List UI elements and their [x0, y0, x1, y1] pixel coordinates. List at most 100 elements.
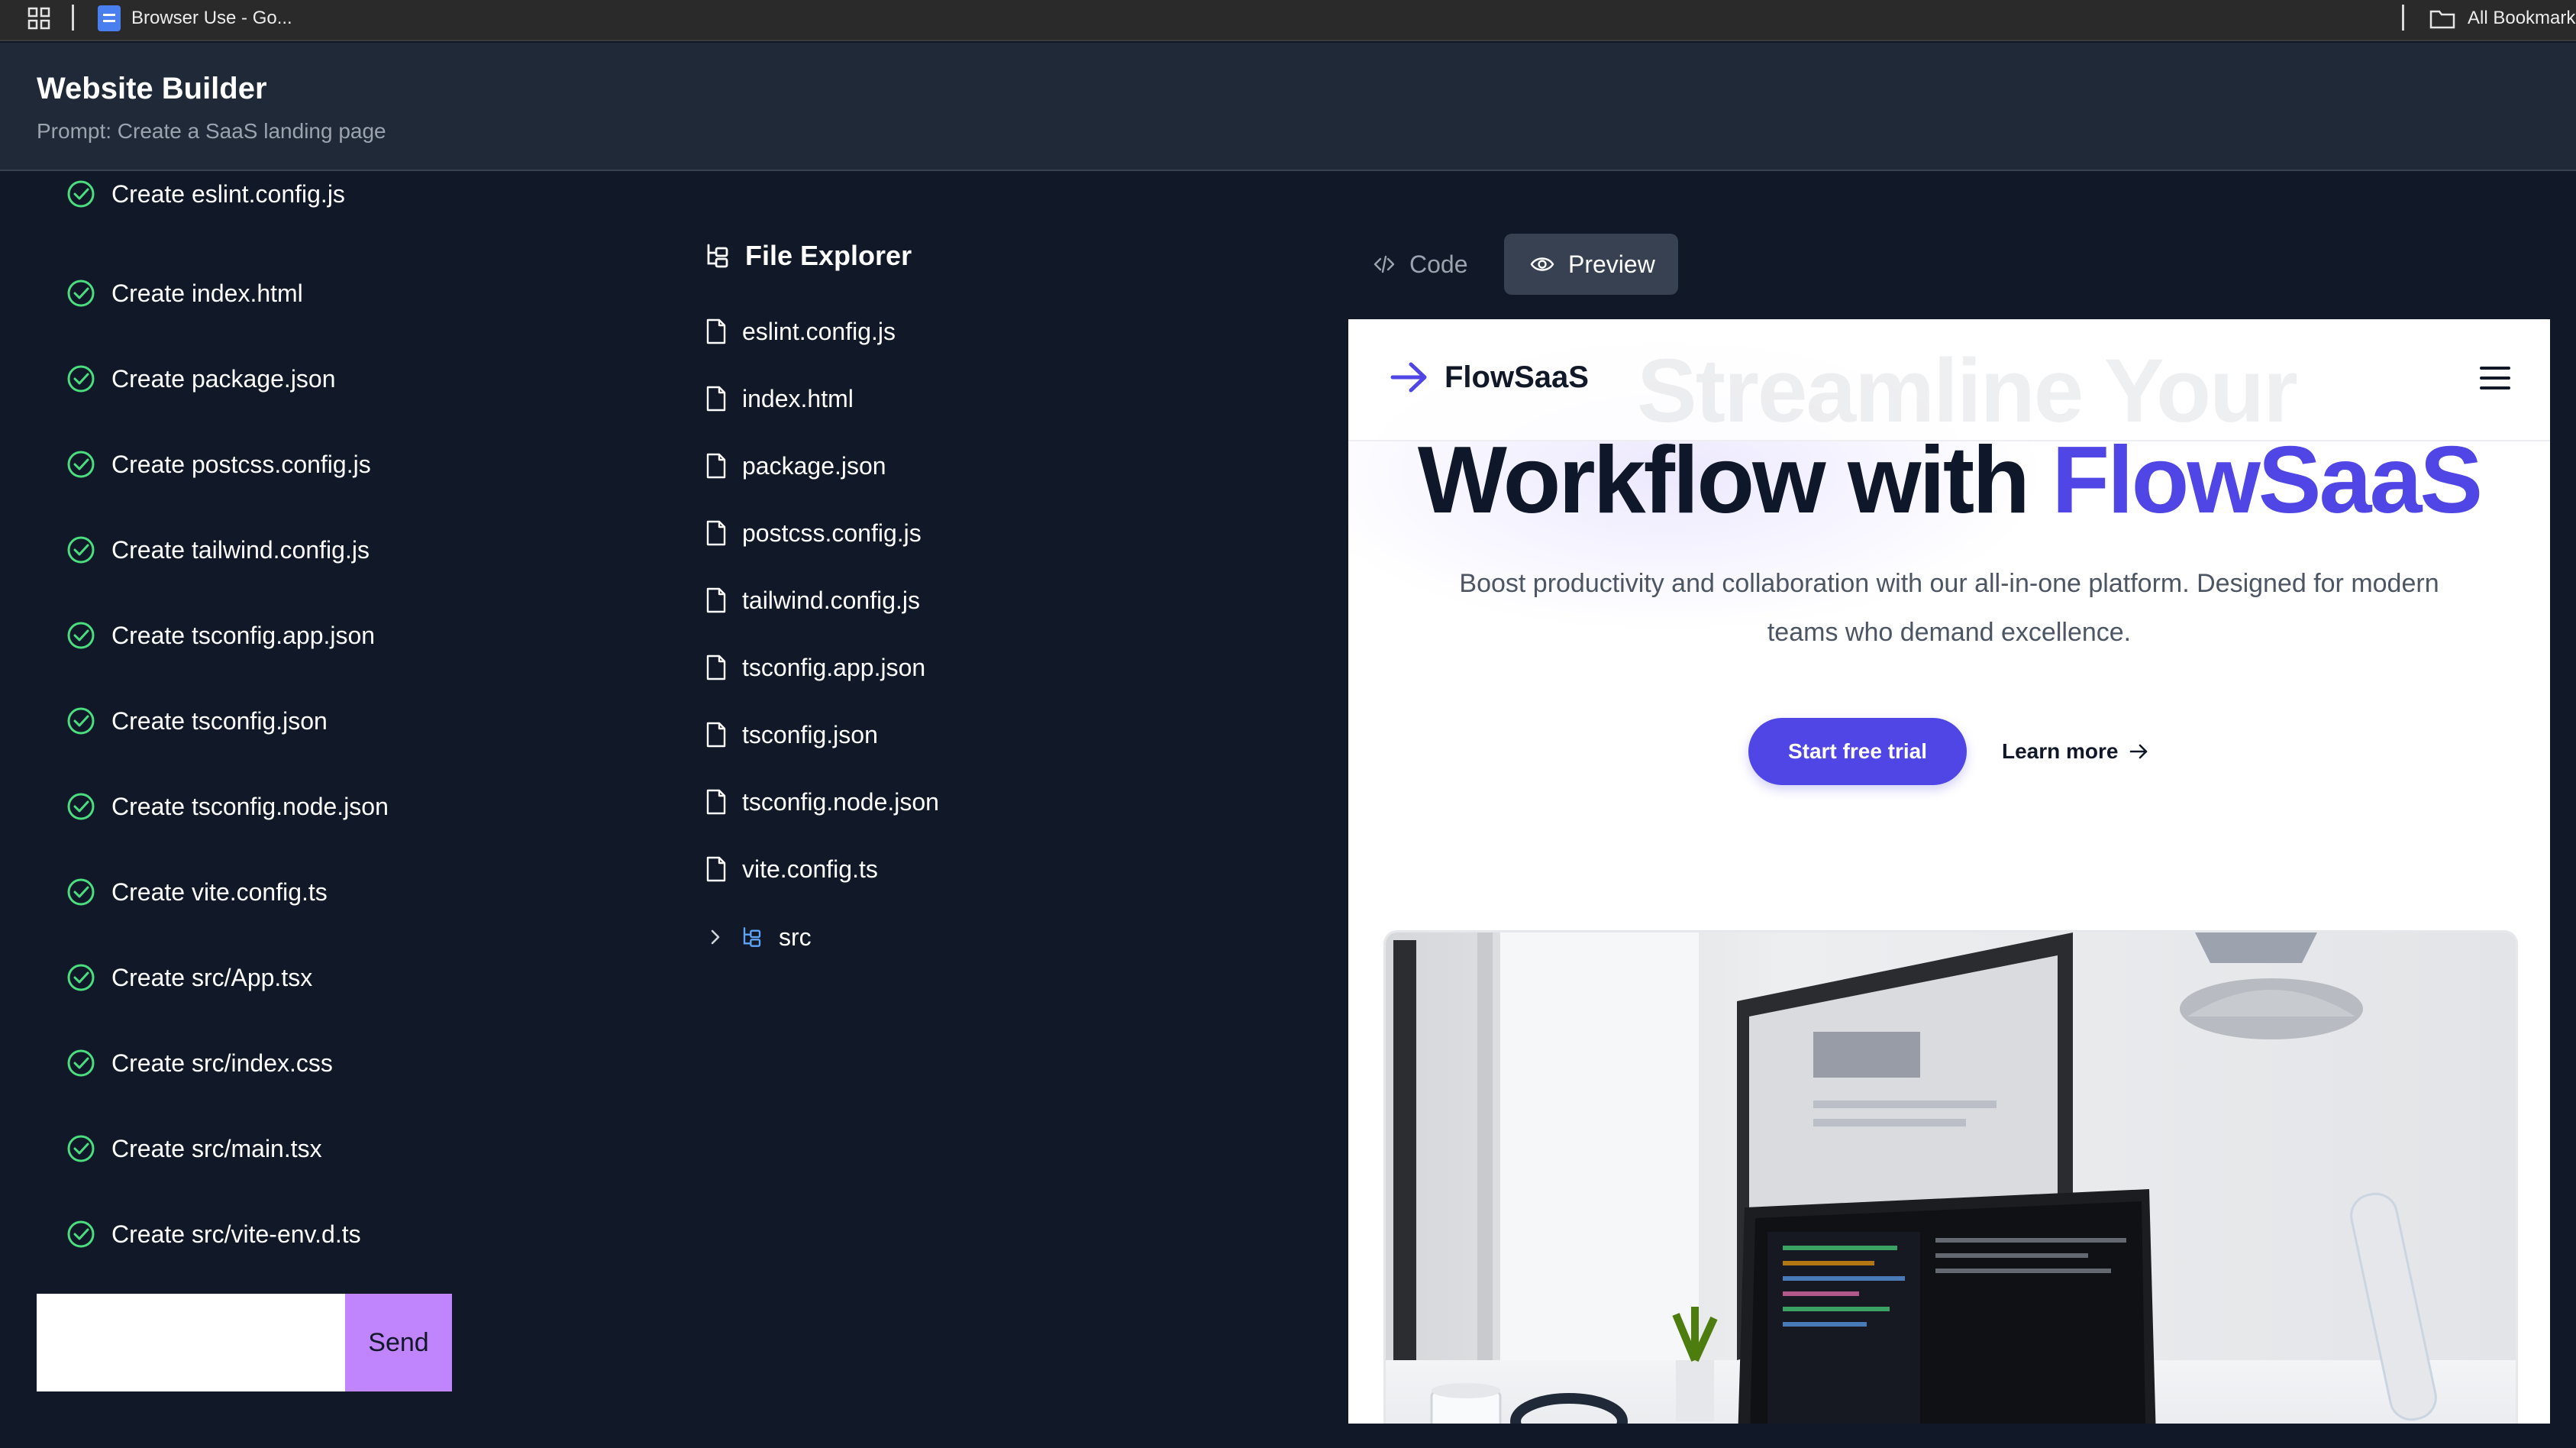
- tab-preview-label: Preview: [1568, 250, 1655, 278]
- file-item[interactable]: vite.config.ts: [705, 850, 878, 888]
- all-bookmarks-button[interactable]: All Bookmarks: [2429, 2, 2576, 35]
- folder-name: src: [779, 923, 812, 951]
- arrow-right-icon: [2129, 744, 2147, 759]
- arrow-right-logo-icon[interactable]: [1390, 360, 1429, 394]
- file-item[interactable]: eslint.config.js: [705, 312, 896, 351]
- step-label: Create index.html: [111, 279, 303, 307]
- hero-headline-accent: FlowSaaS: [2051, 428, 2483, 533]
- file-name: vite.config.ts: [742, 855, 878, 883]
- tab-preview[interactable]: Preview: [1504, 234, 1678, 295]
- step-item: Create tsconfig.json: [66, 698, 328, 744]
- step-item: Create src/App.tsx: [66, 955, 312, 1000]
- hero-headline-main: Workflow with: [1417, 428, 2052, 533]
- file-item[interactable]: package.json: [705, 447, 886, 485]
- file-explorer-header: File Explorer: [704, 237, 912, 275]
- file-name: package.json: [742, 451, 886, 480]
- step-label: Create vite.config.ts: [111, 878, 328, 906]
- bookmark-browser-use[interactable]: Browser Use - Go...: [98, 2, 292, 35]
- prompt-input[interactable]: [37, 1294, 345, 1391]
- file-explorer-title: File Explorer: [745, 240, 912, 271]
- check-circle-icon: [67, 1135, 95, 1162]
- step-item: Create src/vite-env.d.ts: [66, 1211, 361, 1257]
- step-label: Create tailwind.config.js: [111, 535, 370, 564]
- file-item[interactable]: postcss.config.js: [705, 514, 922, 552]
- step-item: Create index.html: [66, 270, 303, 316]
- check-circle-icon: [67, 280, 95, 307]
- file-icon: [706, 587, 726, 613]
- step-item: Create tsconfig.node.json: [66, 784, 389, 829]
- app-header: Website Builder Prompt: Create a SaaS la…: [0, 43, 2576, 171]
- apps-grid-icon[interactable]: [27, 3, 52, 34]
- folder-icon: [2429, 10, 2455, 29]
- step-label: Create tsconfig.json: [111, 706, 328, 735]
- hero-ghost-heading: Streamline Your: [1637, 341, 2298, 441]
- chevron-right-icon[interactable]: [705, 927, 725, 947]
- file-name: index.html: [742, 384, 854, 412]
- step-label: Create src/index.css: [111, 1049, 333, 1077]
- step-item: Create postcss.config.js: [66, 441, 371, 487]
- file-icon: [706, 722, 726, 748]
- file-item[interactable]: tsconfig.json: [705, 716, 878, 754]
- code-icon: [1374, 255, 1395, 273]
- bookmarks-divider: [72, 5, 74, 31]
- check-circle-icon: [67, 707, 95, 735]
- send-button[interactable]: Send: [345, 1294, 452, 1391]
- preview-pane[interactable]: Workflow with FlowSaaS Streamline Your F…: [1348, 319, 2550, 1424]
- check-circle-icon: [67, 793, 95, 820]
- learn-more-label: Learn more: [2002, 739, 2119, 763]
- step-label: Create tsconfig.app.json: [111, 621, 376, 649]
- file-icon: [706, 318, 726, 344]
- file-item[interactable]: tailwind.config.js: [705, 581, 920, 619]
- folder-tree-icon: [743, 927, 761, 947]
- file-item[interactable]: index.html: [705, 380, 854, 418]
- hamburger-menu-icon[interactable]: [2480, 367, 2510, 389]
- check-circle-icon: [67, 964, 95, 991]
- step-label: Create tsconfig.node.json: [111, 792, 389, 820]
- check-circle-icon: [67, 536, 95, 564]
- step-label: Create eslint.config.js: [111, 179, 345, 208]
- file-icon: [706, 453, 726, 479]
- step-label: Create src/App.tsx: [111, 963, 313, 991]
- bookmarks-divider-right: [2402, 5, 2404, 31]
- step-item: Create vite.config.ts: [66, 869, 328, 915]
- step-item: Create src/main.tsx: [66, 1126, 322, 1172]
- tab-code-label: Code: [1409, 250, 1468, 278]
- file-icon: [706, 789, 726, 815]
- check-circle-icon: [67, 622, 95, 649]
- bookmark-label: Browser Use - Go...: [131, 8, 292, 28]
- file-name: tsconfig.app.json: [742, 653, 926, 681]
- check-circle-icon: [67, 451, 95, 478]
- file-item[interactable]: tsconfig.node.json: [705, 783, 939, 821]
- all-bookmarks-label: All Bookmarks: [2468, 8, 2576, 28]
- file-icon: [706, 386, 726, 412]
- folder-tree-icon: [707, 244, 728, 268]
- preview-navbar: Streamline Your FlowSaaS: [1348, 319, 2550, 441]
- step-label: Create package.json: [111, 364, 336, 393]
- bookmarks-bar: Browser Use - Go... All Bookmarks: [0, 0, 2576, 41]
- step-label: Create src/vite-env.d.ts: [111, 1220, 361, 1248]
- file-name: tsconfig.node.json: [742, 787, 939, 816]
- tab-code[interactable]: Code: [1361, 234, 1498, 295]
- check-circle-icon: [67, 1220, 95, 1248]
- step-item: Create src/index.css: [66, 1040, 333, 1086]
- file-icon: [706, 856, 726, 882]
- eye-icon: [1530, 257, 1554, 271]
- start-free-trial-button[interactable]: Start free trial: [1748, 718, 1967, 785]
- step-label: Create src/main.tsx: [111, 1134, 322, 1162]
- file-name: eslint.config.js: [742, 317, 896, 345]
- prompt-subtitle: Prompt: Create a SaaS landing page: [37, 119, 386, 143]
- build-steps-list[interactable]: Create eslint.config.js Create index.htm…: [0, 173, 657, 1272]
- workspace-photo: [1386, 932, 2516, 1424]
- hero-image: [1383, 930, 2518, 1424]
- check-circle-icon: [67, 1049, 95, 1077]
- folder-item-src[interactable]: src: [705, 918, 812, 956]
- learn-more-link[interactable]: Learn more: [2002, 718, 2149, 785]
- step-item: Create eslint.config.js: [66, 173, 345, 217]
- preview-brand[interactable]: FlowSaaS: [1445, 360, 1589, 395]
- step-item: Create package.json: [66, 356, 336, 402]
- check-circle-icon: [67, 365, 95, 393]
- step-item: Create tailwind.config.js: [66, 527, 370, 573]
- file-item[interactable]: tsconfig.app.json: [705, 648, 925, 687]
- check-circle-icon: [67, 878, 95, 906]
- file-name: tailwind.config.js: [742, 586, 920, 614]
